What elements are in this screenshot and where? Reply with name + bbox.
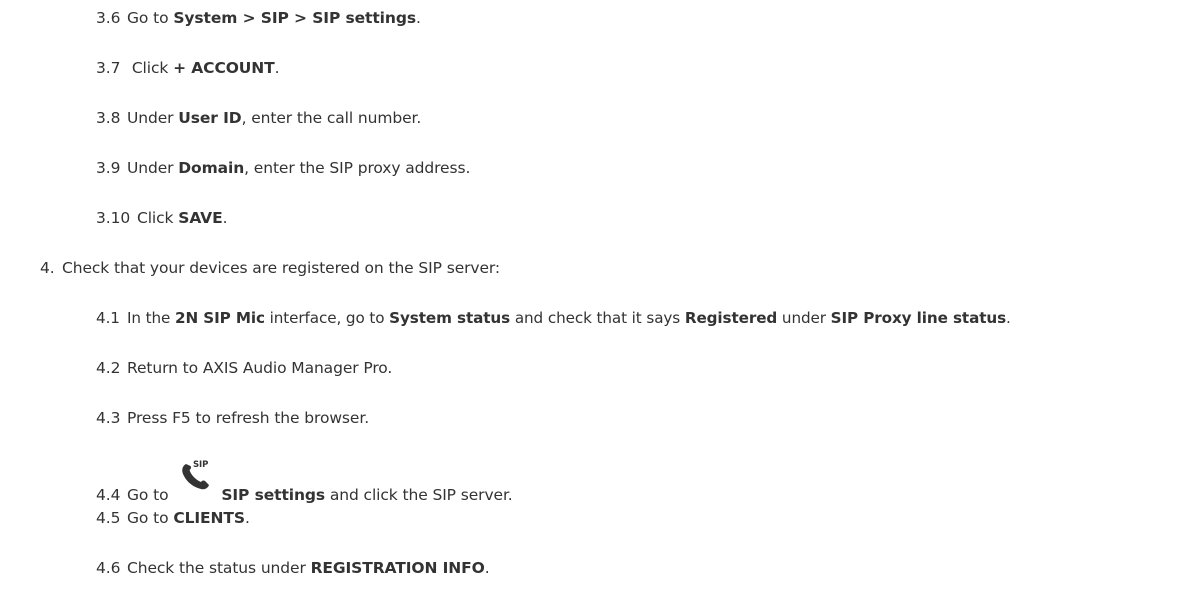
button-name: SAVE [178,209,223,227]
step-number: 4.3 [96,409,121,427]
tab-name: CLIENTS [173,509,245,527]
step-punct: . [222,209,228,227]
step-text: Go to [127,486,174,504]
step-text: Check that your devices are registered o… [62,259,501,277]
step-number: 3.8 [96,109,121,127]
step-4-5: 4.5 Go to CLIENTS. [96,508,250,528]
step-text: Click [137,209,179,227]
field-name: Domain [178,159,245,177]
step-number: 3.6 [96,9,121,27]
status-field: SIP Proxy line status [830,309,1007,327]
step-punct: . [415,9,421,27]
step-4-3: 4.3 Press F5 to refresh the browser. [96,408,369,428]
field-name: User ID [178,109,242,127]
menu-name: System status [389,309,511,327]
step-text: Return to AXIS Audio Manager Pro. [127,359,393,377]
step-text: Go to [127,9,174,27]
status-value: Registered [684,309,778,327]
document-page: 3.6 Go to System > SIP > SIP settings. 3.… [0,0,1203,599]
step-number: 4. [40,259,55,277]
step-3-7: 3.7 Click + ACCOUNT. [96,58,280,78]
step-text: Go to [127,509,174,527]
step-3-8: 3.8 Under User ID, enter the call number. [96,108,421,128]
step-text-mid: under [777,309,831,327]
step-4-2: 4.2 Return to AXIS Audio Manager Pro. [96,358,392,378]
step-text-end: , enter the SIP proxy address. [244,159,471,177]
step-text: Check the status under [127,559,311,577]
step-text: Under [127,159,179,177]
step-number: 4.6 [96,559,121,577]
step-number: 4.5 [96,509,121,527]
step-4-6: 4.6 Check the status under REGISTRATION I… [96,558,490,578]
step-punct: . [484,559,490,577]
step-number: 3.7 [96,59,121,77]
step-4: 4. Check that your devices are registered… [40,258,500,278]
step-text: Under [127,109,179,127]
device-name: 2N SIP Mic [175,309,265,327]
page-name: SIP settings [221,486,326,504]
sip-phone-icon: SIP [173,460,221,508]
step-punct: . [244,509,250,527]
section-name: REGISTRATION INFO [310,559,485,577]
step-number: 4.1 [96,309,120,327]
button-name: + ACCOUNT [173,59,275,77]
step-3-6: 3.6 Go to System > SIP > SIP settings. [96,8,421,28]
step-4-1: 4.1 In the 2N SIP Mic interface, go to Sy… [96,308,1011,328]
step-text: Press F5 to refresh the browser. [127,409,370,427]
step-number: 4.2 [96,359,121,377]
step-3-10: 3.10 Click SAVE. [96,208,227,228]
step-4-4: 4.4 Go to SIP SIP settings and click the S… [96,460,513,508]
step-text: Click [127,59,174,77]
step-text-end: and click the SIP server. [325,486,513,504]
step-number: 3.9 [96,159,121,177]
step-punct: . [1006,309,1011,327]
menu-path: System > SIP > SIP settings [173,9,416,27]
step-number: 3.10 [96,209,131,227]
step-punct: . [274,59,280,77]
step-text: In the [127,309,175,327]
sip-icon-label: SIP [193,460,208,470]
step-text-mid: interface, go to [264,309,390,327]
step-text-end: , enter the call number. [241,109,422,127]
step-text-mid: and check that it says [510,309,685,327]
step-number: 4.4 [96,486,121,504]
step-3-9: 3.9 Under Domain, enter the SIP proxy add… [96,158,470,178]
